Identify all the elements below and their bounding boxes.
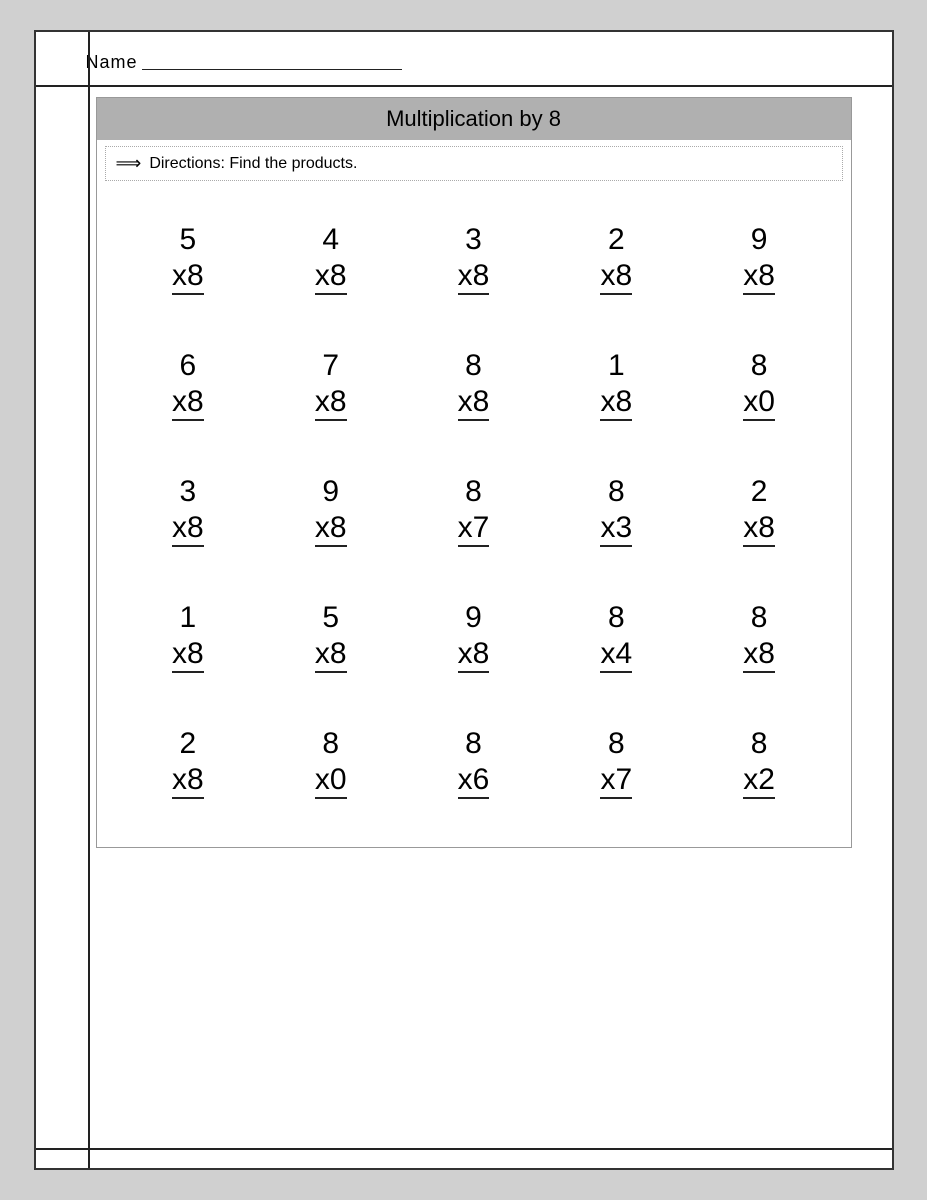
bottom-number: x8 (600, 261, 632, 295)
top-number: 5 (322, 603, 339, 633)
bottom-number: x7 (600, 765, 632, 799)
problem-cell: 1x8 (117, 575, 260, 701)
top-number: 1 (608, 351, 625, 381)
top-number: 2 (180, 729, 197, 759)
bottom-number: x8 (172, 765, 204, 799)
problem-cell: 2x8 (545, 197, 688, 323)
top-rule (36, 85, 892, 87)
bottom-number: x8 (172, 387, 204, 421)
top-number: 1 (180, 603, 197, 633)
bottom-number: x8 (172, 513, 204, 547)
bottom-number: x8 (315, 387, 347, 421)
problem-cell: 8x8 (402, 323, 545, 449)
bottom-number: x8 (315, 261, 347, 295)
bottom-number: x8 (458, 387, 490, 421)
top-number: 8 (465, 729, 482, 759)
top-number: 7 (322, 351, 339, 381)
arrow-icon: ⟹ (116, 153, 142, 174)
top-number: 8 (608, 729, 625, 759)
top-number: 8 (465, 351, 482, 381)
problem-cell: 8x7 (402, 449, 545, 575)
bottom-number: x8 (743, 639, 775, 673)
name-line: Name (86, 52, 862, 73)
problems-grid: 5x84x83x82x89x86x87x88x81x88x03x89x88x78… (97, 187, 851, 847)
top-number: 8 (751, 351, 768, 381)
problem-cell: 3x8 (117, 449, 260, 575)
problem-cell: 5x8 (117, 197, 260, 323)
problem-cell: 8x2 (688, 701, 831, 827)
problem-cell: 8x6 (402, 701, 545, 827)
bottom-number: x8 (315, 513, 347, 547)
top-number: 3 (465, 225, 482, 255)
top-number: 4 (322, 225, 339, 255)
problem-cell: 9x8 (688, 197, 831, 323)
bottom-number: x8 (172, 261, 204, 295)
problem-cell: 8x0 (259, 701, 402, 827)
bottom-number: x8 (600, 387, 632, 421)
directions-bar: ⟹ Directions: Find the products. (105, 146, 843, 181)
problem-cell: 4x8 (259, 197, 402, 323)
problem-cell: 8x3 (545, 449, 688, 575)
bottom-number: x6 (458, 765, 490, 799)
top-number: 8 (751, 603, 768, 633)
top-number: 9 (322, 477, 339, 507)
top-number: 2 (608, 225, 625, 255)
problem-cell: 9x8 (259, 449, 402, 575)
problem-cell: 5x8 (259, 575, 402, 701)
content-box: Multiplication by 8 ⟹ Directions: Find t… (96, 97, 852, 848)
top-number: 3 (180, 477, 197, 507)
problem-cell: 2x8 (688, 449, 831, 575)
top-number: 8 (608, 477, 625, 507)
bottom-number: x3 (600, 513, 632, 547)
worksheet-title: Multiplication by 8 (97, 98, 851, 140)
top-number: 9 (465, 603, 482, 633)
top-number: 5 (180, 225, 197, 255)
bottom-number: x8 (458, 639, 490, 673)
directions-text: Directions: Find the products. (149, 155, 357, 173)
problem-cell: 8x4 (545, 575, 688, 701)
problem-cell: 7x8 (259, 323, 402, 449)
top-number: 2 (751, 477, 768, 507)
top-number: 8 (465, 477, 482, 507)
name-underline (142, 69, 402, 70)
bottom-number: x8 (315, 639, 347, 673)
bottom-number: x7 (458, 513, 490, 547)
bottom-number: x8 (458, 261, 490, 295)
bottom-number: x4 (600, 639, 632, 673)
problem-cell: 6x8 (117, 323, 260, 449)
problem-cell: 2x8 (117, 701, 260, 827)
problem-cell: 3x8 (402, 197, 545, 323)
top-number: 8 (751, 729, 768, 759)
top-number: 9 (751, 225, 768, 255)
problem-cell: 8x0 (688, 323, 831, 449)
problem-cell: 8x7 (545, 701, 688, 827)
top-number: 6 (180, 351, 197, 381)
bottom-number: x8 (743, 513, 775, 547)
bottom-number: x0 (743, 387, 775, 421)
name-label: Name (86, 52, 138, 73)
problem-cell: 9x8 (402, 575, 545, 701)
worksheet-page: Name Multiplication by 8 ⟹ Directions: F… (34, 30, 894, 1170)
problem-cell: 1x8 (545, 323, 688, 449)
problem-cell: 8x8 (688, 575, 831, 701)
top-number: 8 (608, 603, 625, 633)
bottom-number: x8 (743, 261, 775, 295)
bottom-number: x2 (743, 765, 775, 799)
top-number: 8 (322, 729, 339, 759)
bottom-number: x8 (172, 639, 204, 673)
bottom-number: x0 (315, 765, 347, 799)
